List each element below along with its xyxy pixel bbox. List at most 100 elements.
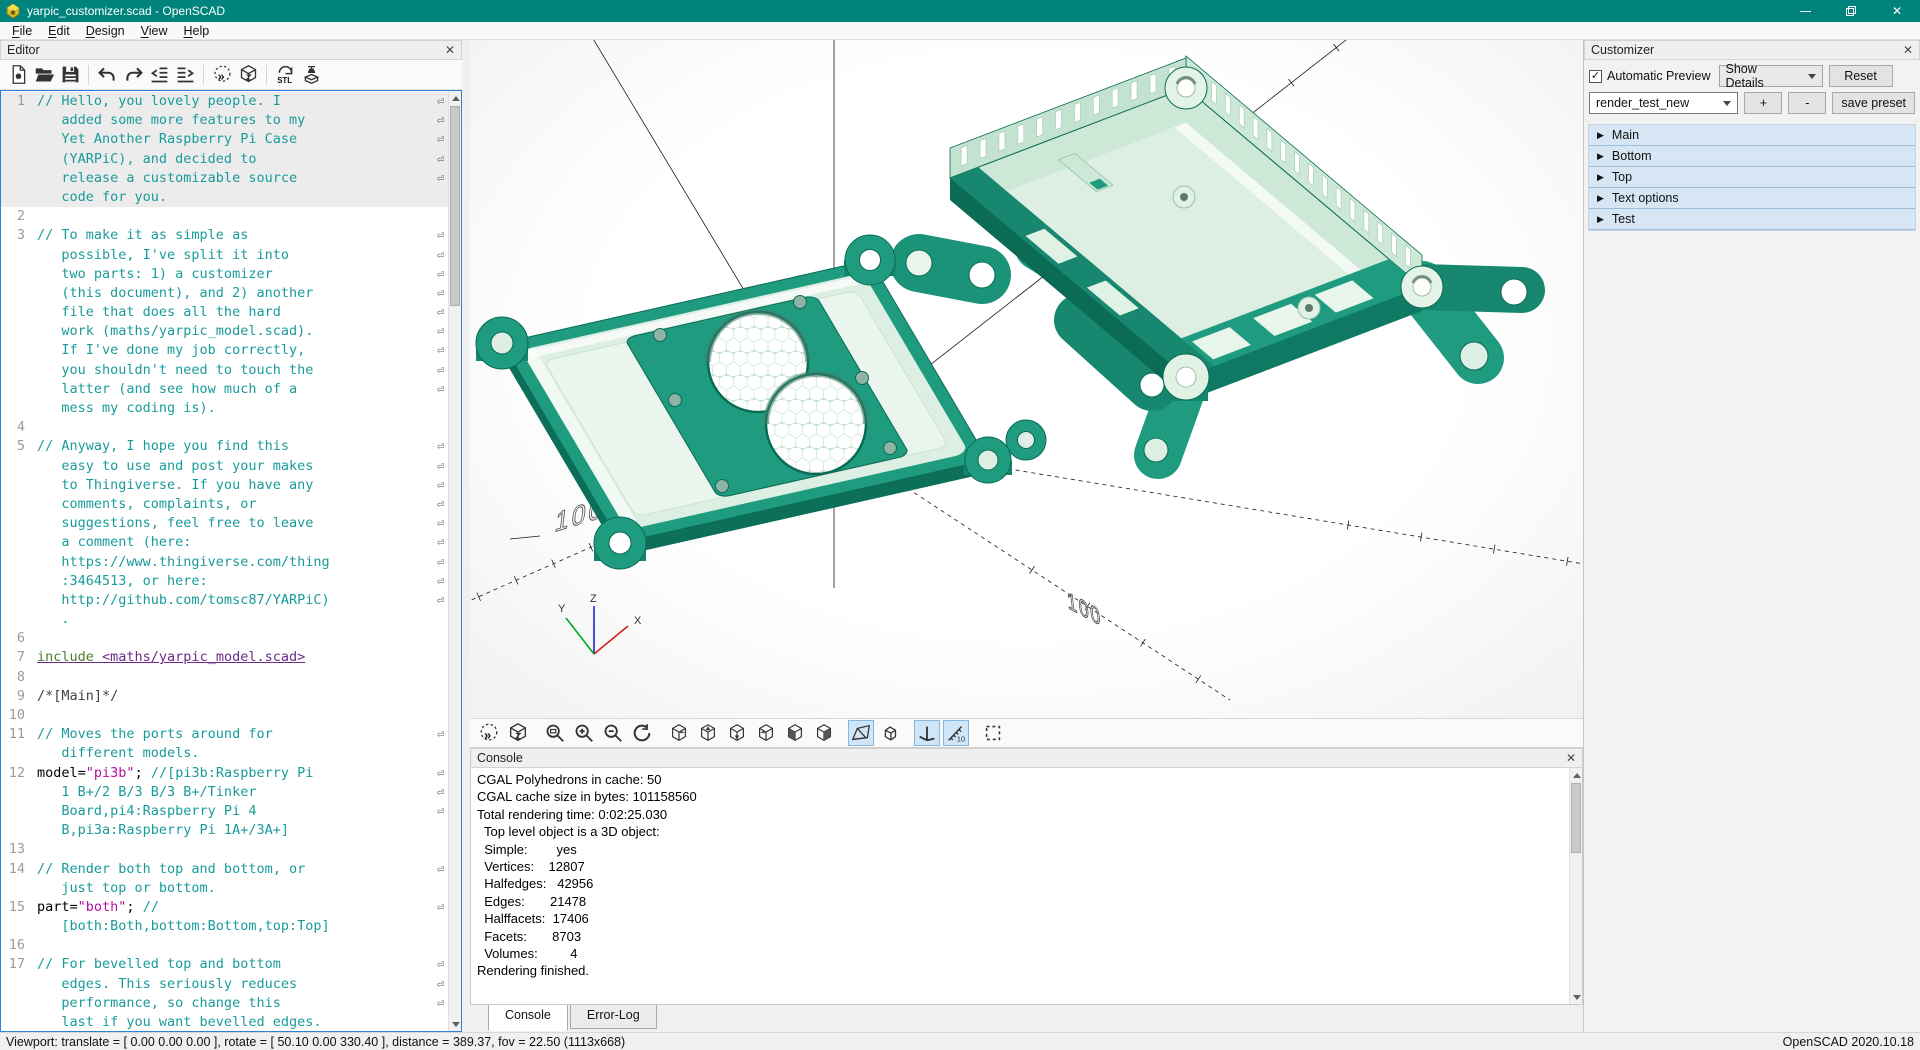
perspective-button[interactable] xyxy=(848,720,874,746)
code-text: edges. This seriously reduces xyxy=(37,975,448,994)
minimize-button[interactable] xyxy=(1782,0,1828,22)
code-row: 5// Anyway, I hope you find this⏎ xyxy=(1,437,448,456)
editor-scroll-thumb[interactable] xyxy=(450,106,460,306)
code-row: 3// To make it as simple as⏎ xyxy=(1,226,448,245)
code-text: Yet Another Raspberry Pi Case xyxy=(37,130,448,149)
reset-view-button[interactable] xyxy=(629,720,655,746)
console-scroll-thumb[interactable] xyxy=(1571,783,1581,853)
preview-button[interactable]: » xyxy=(209,62,235,88)
show-axes-button[interactable] xyxy=(914,720,940,746)
tab-console[interactable]: Console xyxy=(488,1005,568,1031)
customizer-group-text-options[interactable]: ▶Text options xyxy=(1589,188,1915,209)
save-button[interactable] xyxy=(57,62,83,88)
menu-help[interactable]: Help xyxy=(176,23,218,39)
show-details-dropdown[interactable]: Show Details xyxy=(1719,65,1823,87)
scroll-down-icon[interactable] xyxy=(1570,990,1583,1004)
console-close-icon[interactable]: ✕ xyxy=(1566,752,1576,764)
code-text: include <maths/yarpic_model.scad> xyxy=(37,648,448,667)
wrap-indicator-icon: ⏎ xyxy=(437,322,444,341)
scroll-down-icon[interactable] xyxy=(449,1017,462,1031)
line-number: 1 xyxy=(1,92,37,111)
orthogonal-button[interactable] xyxy=(877,720,903,746)
print-3d-button[interactable] xyxy=(298,62,324,88)
view-top-button[interactable] xyxy=(695,720,721,746)
add-preset-button[interactable]: + xyxy=(1744,92,1782,114)
code-text: // Hello, you lovely people. I xyxy=(37,92,448,111)
line-number: 9 xyxy=(1,687,37,706)
tab-error-log[interactable]: Error-Log xyxy=(570,1005,657,1029)
code-text: // Render both top and bottom, or xyxy=(37,860,448,879)
open-button[interactable] xyxy=(31,62,57,88)
view-left-button[interactable] xyxy=(753,720,779,746)
code-row: to Thingiverse. If you have any⏎ xyxy=(1,476,448,495)
preview-button[interactable]: » xyxy=(476,720,502,746)
line-number: 5 xyxy=(1,437,37,456)
menu-design[interactable]: Design xyxy=(78,23,133,39)
reset-button[interactable]: Reset xyxy=(1829,65,1893,87)
console-line: Edges: 21478 xyxy=(477,893,1576,910)
view-front-button[interactable] xyxy=(782,720,808,746)
export-stl-button[interactable]: STL xyxy=(272,62,298,88)
console-scrollbar[interactable] xyxy=(1569,768,1582,1004)
3d-viewport[interactable]: 100 100 xyxy=(470,40,1583,719)
code-editor[interactable]: 1// Hello, you lovely people. I⏎ added s… xyxy=(0,90,462,1032)
preset-combobox[interactable]: render_test_new xyxy=(1589,92,1738,114)
zoom-all-button[interactable] xyxy=(542,720,568,746)
show-crosshairs-button[interactable] xyxy=(980,720,1006,746)
line-number: 12 xyxy=(1,764,37,783)
render-button[interactable] xyxy=(505,720,531,746)
wrap-indicator-icon: ⏎ xyxy=(437,783,444,802)
line-number: 11 xyxy=(1,725,37,744)
code-row: suggestions, feel free to leave⏎ xyxy=(1,514,448,533)
line-number: 8 xyxy=(1,668,37,687)
undo-button[interactable] xyxy=(94,62,120,88)
line-number xyxy=(1,610,37,629)
customizer-group-test[interactable]: ▶Test xyxy=(1589,209,1915,230)
view-back-button[interactable] xyxy=(811,720,837,746)
code-row: (this document), and 2) another⏎ xyxy=(1,284,448,303)
console-output[interactable]: CGAL Polyhedrons in cache: 50CGAL cache … xyxy=(470,768,1583,1004)
console-tab-bar: ConsoleError-Log xyxy=(470,1004,1583,1032)
render-button[interactable] xyxy=(235,62,261,88)
redo-button[interactable] xyxy=(120,62,146,88)
restore-button[interactable] xyxy=(1828,0,1874,22)
automatic-preview-checkbox[interactable] xyxy=(1589,70,1602,83)
svg-text:»: » xyxy=(217,70,224,84)
line-number xyxy=(1,514,37,533)
customizer-group-main[interactable]: ▶Main xyxy=(1589,125,1915,146)
customizer-group-top[interactable]: ▶Top xyxy=(1589,167,1915,188)
view-bottom-button[interactable] xyxy=(724,720,750,746)
menu-view[interactable]: View xyxy=(133,23,176,39)
code-row: Yet Another Raspberry Pi Case⏎ xyxy=(1,130,448,149)
code-text: [both:Both,bottom:Bottom,top:Top] xyxy=(37,917,448,936)
wrap-indicator-icon: ⏎ xyxy=(437,169,444,188)
unindent-button[interactable] xyxy=(146,62,172,88)
new-file-button[interactable] xyxy=(5,62,31,88)
customizer-close-icon[interactable]: ✕ xyxy=(1903,44,1913,56)
customizer-group-bottom[interactable]: ▶Bottom xyxy=(1589,146,1915,167)
editor-close-icon[interactable]: ✕ xyxy=(445,44,455,56)
indent-button[interactable] xyxy=(172,62,198,88)
zoom-out-button[interactable] xyxy=(600,720,626,746)
expander-icon: ▶ xyxy=(1597,193,1604,204)
code-row: file that does all the hard⏎ xyxy=(1,303,448,322)
wrap-indicator-icon: ⏎ xyxy=(437,303,444,322)
remove-preset-button[interactable]: - xyxy=(1788,92,1826,114)
axis-indicator: Z Y X xyxy=(554,592,664,667)
zoom-in-button[interactable] xyxy=(571,720,597,746)
code-row: edges. This seriously reduces⏎ xyxy=(1,975,448,994)
save-preset-button[interactable]: save preset xyxy=(1832,92,1915,114)
menu-edit[interactable]: Edit xyxy=(40,23,78,39)
wrap-indicator-icon: ⏎ xyxy=(437,457,444,476)
code-row: 1 B+/2 B/3 B/3 B+/Tinker⏎ xyxy=(1,783,448,802)
view-right-button[interactable] xyxy=(666,720,692,746)
editor-scrollbar[interactable] xyxy=(448,91,461,1031)
code-text: B,pi3a:Raspberry Pi 1A+/3A+] xyxy=(37,821,448,840)
show-scale-markers-button[interactable]: 10 xyxy=(943,720,969,746)
close-button[interactable]: ✕ xyxy=(1874,0,1920,22)
code-text xyxy=(37,840,448,859)
line-number xyxy=(1,802,37,821)
menu-file[interactable]: File xyxy=(4,23,40,39)
scroll-up-icon[interactable] xyxy=(1570,768,1583,782)
scroll-up-icon[interactable] xyxy=(449,91,462,105)
